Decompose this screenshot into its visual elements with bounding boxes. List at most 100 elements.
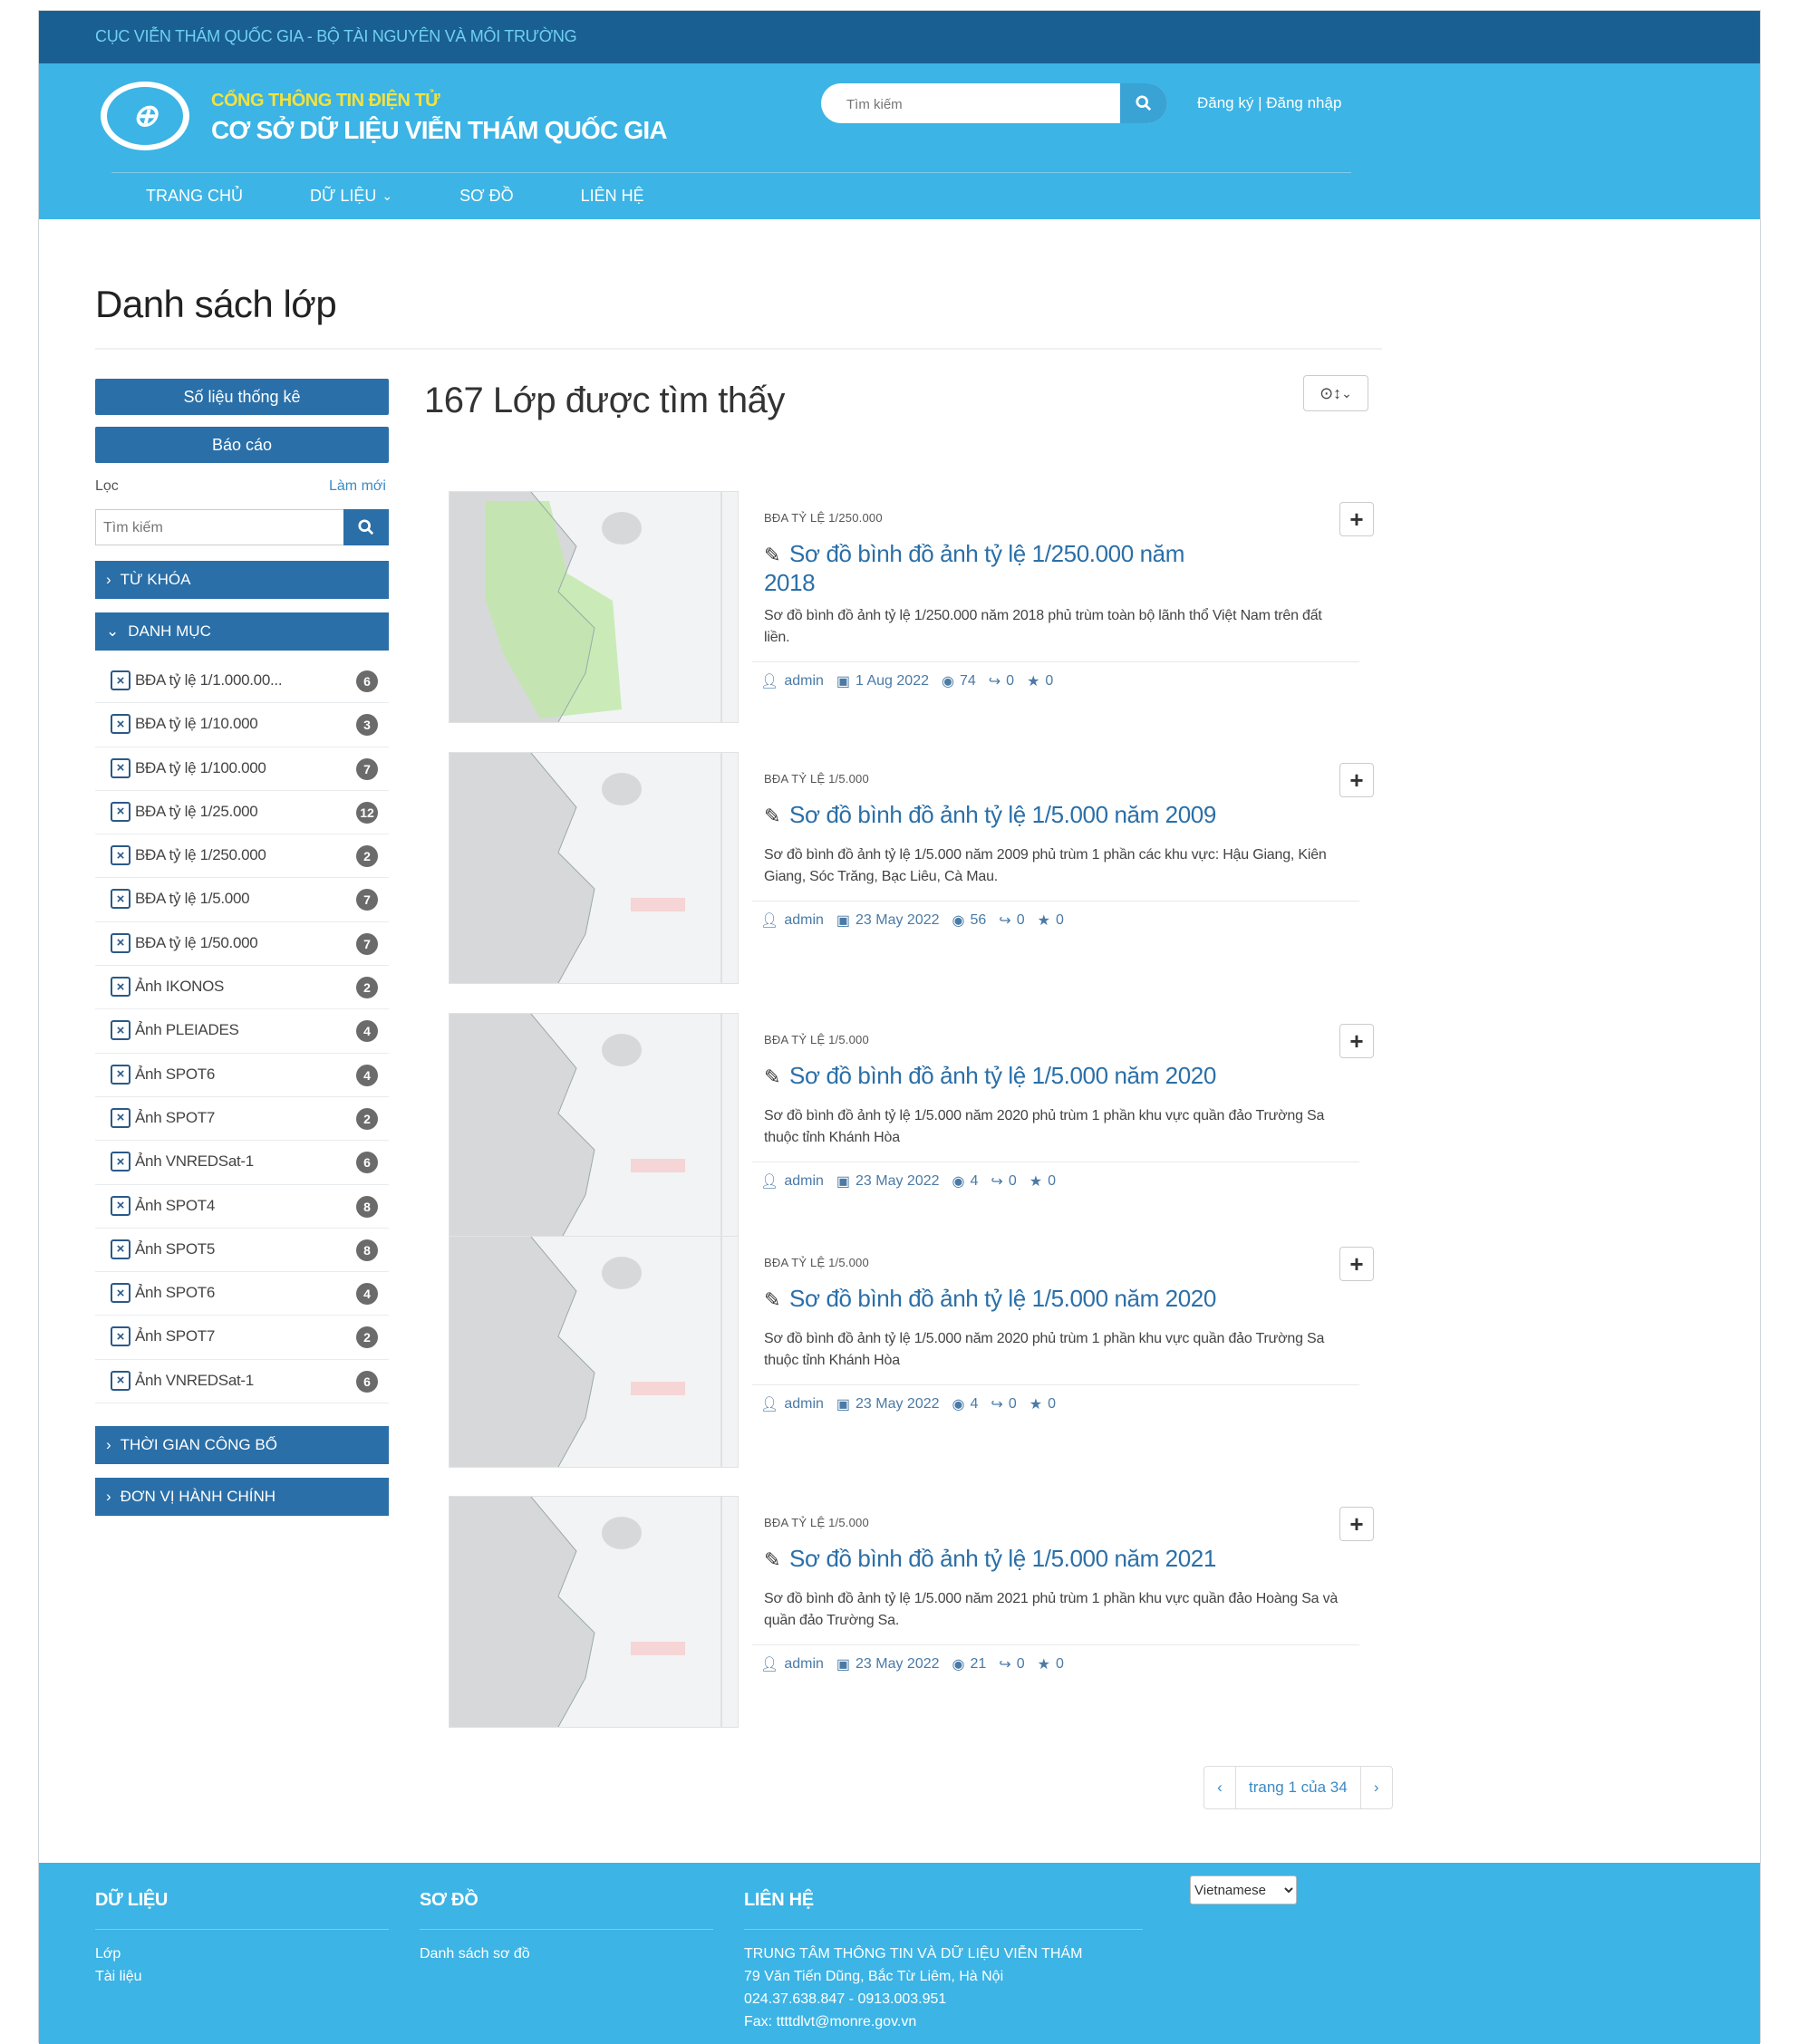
statistics-button[interactable]: Số liệu thống kê [95,379,389,415]
footer-link-map-list[interactable]: Danh sách sơ đồ [420,1943,713,1965]
remove-filter-icon[interactable]: × [111,1239,130,1259]
portal-title[interactable]: CƠ SỞ DỮ LIỆU VIỄN THÁM QUỐC GIA [211,116,668,145]
result-stars: 0 [1048,1173,1056,1189]
report-button[interactable]: Báo cáo [95,427,389,463]
category-item[interactable]: × Ảnh SPOT7 2 [95,1097,389,1142]
reset-link[interactable]: Làm mới [329,478,386,495]
category-item[interactable]: × BĐA tỷ lệ 1/5.000 7 [95,878,389,922]
result-date: 23 May 2022 [856,1173,940,1189]
remove-filter-icon[interactable]: × [111,801,130,822]
remove-filter-icon[interactable]: × [111,757,130,778]
remove-filter-icon[interactable]: × [111,845,130,866]
category-item[interactable]: × BĐA tỷ lệ 1/10.000 3 [95,703,389,747]
add-button[interactable]: + [1339,1024,1374,1058]
remove-filter-icon[interactable]: × [111,932,130,953]
result-author[interactable]: admin [784,912,824,929]
result-description: Sơ đồ bình đồ ảnh tỷ lệ 1/5.000 năm 2009… [764,847,1327,884]
result-category[interactable]: BĐA TỶ LỆ 1/5.000 [764,1256,869,1269]
nav-contact[interactable]: LIÊN HỆ [581,187,644,206]
category-label: BĐA tỷ lệ 1/50.000 [135,933,258,951]
remove-filter-icon[interactable]: × [111,1326,130,1347]
chevron-down-icon: ⌄ [106,622,120,640]
map-thumbnail[interactable] [449,1013,739,1245]
sidebar-search-input[interactable] [96,510,350,546]
result-title-link[interactable]: ✎ Sơ đồ bình đồ ảnh tỷ lệ 1/5.000 năm 202… [764,1285,1235,1314]
category-item[interactable]: × BĐA tỷ lệ 1/50.000 7 [95,922,389,967]
category-item[interactable]: × Ảnh SPOT6 4 [95,1272,389,1316]
site-logo[interactable]: ⊕ [101,82,189,150]
remove-filter-icon[interactable]: × [111,977,130,998]
category-label: BĐA tỷ lệ 1/25.000 [135,802,258,820]
remove-filter-icon[interactable]: × [111,1152,130,1172]
remove-filter-icon[interactable]: × [111,1283,130,1304]
footer-link-layers[interactable]: Lớp [95,1943,389,1965]
nav-maps[interactable]: SƠ ĐỒ [459,187,513,206]
map-thumbnail[interactable] [449,491,739,723]
result-title: Sơ đồ bình đồ ảnh tỷ lệ 1/5.000 năm 2021 [789,1545,1216,1572]
category-item[interactable]: × Ảnh VNREDSat-1 6 [95,1141,389,1185]
category-item[interactable]: × Ảnh VNREDSat-1 6 [95,1360,389,1404]
result-author[interactable]: admin [784,1396,824,1412]
remove-filter-icon[interactable]: × [111,1020,130,1041]
result-category[interactable]: BĐA TỶ LỆ 1/5.000 [764,1033,869,1046]
category-item[interactable]: × BĐA tỷ lệ 1/25.000 12 [95,791,389,835]
category-item[interactable]: × BĐA tỷ lệ 1/1.000.00... 6 [95,660,389,704]
result-title-link[interactable]: ✎ Sơ đồ bình đồ ảnh tỷ lệ 1/5.000 năm 202… [764,1545,1235,1574]
nav-data[interactable]: DỮ LIỆU ⌄ [310,187,392,206]
facet-keyword[interactable]: › TỪ KHÓA [95,561,389,599]
category-item[interactable]: × Ảnh PLEIADES 4 [95,1009,389,1054]
add-button[interactable]: + [1339,763,1374,797]
result-divider [752,661,1359,662]
result-author[interactable]: admin [784,673,824,689]
remove-filter-icon[interactable]: × [111,714,130,735]
facet-category[interactable]: ⌄ DANH MỤC [95,612,389,651]
add-button[interactable]: + [1339,1247,1374,1281]
result-category[interactable]: BĐA TỶ LỆ 1/5.000 [764,772,869,786]
map-thumbnail[interactable] [449,1496,739,1728]
sidebar-search [95,509,389,546]
result-title-link[interactable]: ✎ Sơ đồ bình đồ ảnh tỷ lệ 1/250.000 năm 2… [764,540,1235,596]
result-stars: 0 [1055,1656,1064,1672]
sort-button[interactable]: ⊙↕ ⌄ [1303,375,1368,411]
remove-filter-icon[interactable]: × [111,1195,130,1216]
remove-filter-icon[interactable]: × [111,1107,130,1128]
result-category[interactable]: BĐA TỶ LỆ 1/5.000 [764,1516,869,1529]
category-item[interactable]: × BĐA tỷ lệ 1/100.000 7 [95,747,389,791]
remove-filter-icon[interactable]: × [111,1064,130,1085]
result-author[interactable]: admin [784,1173,824,1190]
category-label: Ảnh SPOT6 [135,1284,216,1302]
result-views: 21 [970,1656,987,1672]
footer-link-documents[interactable]: Tài liệu [95,1965,389,1988]
category-count-badge: 3 [356,714,378,737]
add-button[interactable]: + [1339,502,1374,536]
header-search-input[interactable] [821,83,1147,123]
prev-page-button[interactable]: ‹ [1204,1767,1235,1808]
category-item[interactable]: × Ảnh SPOT4 8 [95,1185,389,1229]
nav-home[interactable]: TRANG CHỦ [146,187,243,206]
category-item[interactable]: × Ảnh SPOT7 2 [95,1316,389,1360]
facet-publish-time[interactable]: › THỜI GIAN CÔNG BỐ [95,1426,389,1464]
sidebar-search-button[interactable] [343,509,389,545]
add-button[interactable]: + [1339,1507,1374,1541]
language-select[interactable]: Vietnamese [1190,1875,1297,1904]
facet-admin-unit[interactable]: › ĐƠN VỊ HÀNH CHÍNH [95,1478,389,1516]
result-meta: 👤︎ admin ▣ 23 May 2022 ◉ 21 ↪ 0 ★ 0 [760,1655,1064,1673]
result-category[interactable]: BĐA TỶ LỆ 1/250.000 [764,511,883,525]
auth-links[interactable]: Đăng ký | Đăng nhập [1197,94,1341,112]
next-page-button[interactable]: › [1361,1767,1392,1808]
remove-filter-icon[interactable]: × [111,670,130,690]
map-thumbnail[interactable] [449,1236,739,1468]
category-item[interactable]: × Ảnh IKONOS 2 [95,966,389,1010]
result-title-link[interactable]: ✎ Sơ đồ bình đồ ảnh tỷ lệ 1/5.000 năm 202… [764,1062,1235,1091]
result-author[interactable]: admin [784,1656,824,1673]
remove-filter-icon[interactable]: × [111,889,130,910]
category-item[interactable]: × BĐA tỷ lệ 1/250.000 2 [95,834,389,879]
map-thumbnail[interactable] [449,752,739,984]
header-search-button[interactable] [1120,83,1167,123]
nav-divider [111,172,1351,173]
result-title-link[interactable]: ✎ Sơ đồ bình đồ ảnh tỷ lệ 1/5.000 năm 200… [764,801,1235,830]
category-item[interactable]: × Ảnh SPOT6 4 [95,1054,389,1097]
remove-filter-icon[interactable]: × [111,1370,130,1391]
chevron-down-icon: ⌄ [1341,385,1352,400]
category-item[interactable]: × Ảnh SPOT5 8 [95,1229,389,1273]
